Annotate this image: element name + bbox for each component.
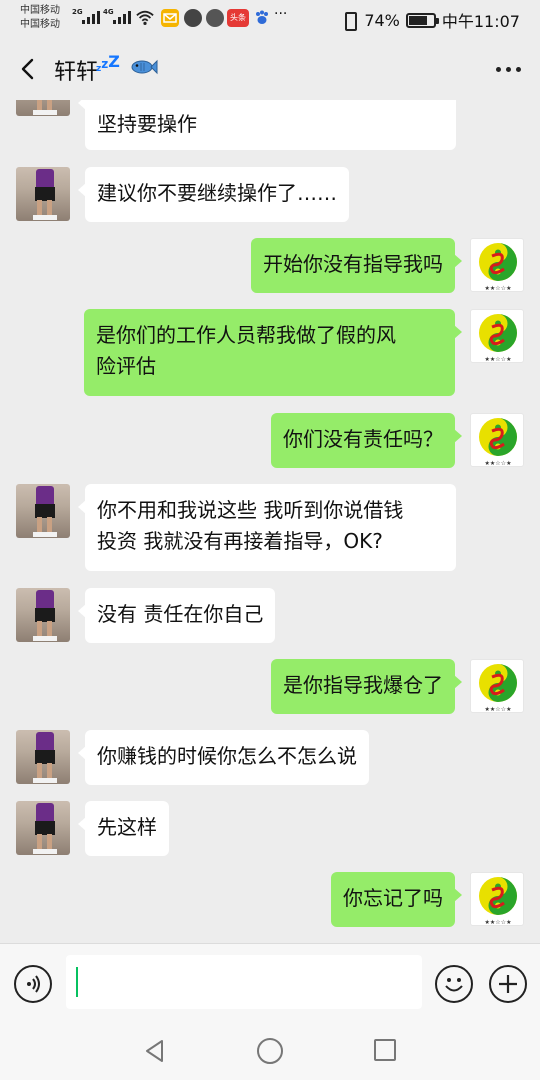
yin-yang-icon: ★★☆☆★ [479,877,517,926]
more-dots-icon[interactable] [490,54,526,84]
message-bubble-incoming[interactable]: 没有 责任在你自己 [77,588,276,643]
my-avatar[interactable]: ★★☆☆★ [470,659,524,713]
message-text-line-2: 投资 我就没有再接着指导，OK? [97,529,383,553]
voice-icon[interactable] [14,965,52,1003]
smiley-icon[interactable] [435,965,473,1003]
contact-avatar[interactable] [16,167,70,221]
battery-percent: 74% [364,10,400,30]
text-cursor [76,967,78,997]
svg-text:★★☆☆★: ★★☆☆★ [485,460,512,467]
message-bubble-outgoing[interactable]: 开始你没有指导我吗 [251,238,462,293]
message-text: 坚持要操作 [97,112,197,136]
news-app-icon: 头条 [227,9,249,27]
my-avatar[interactable]: ★★☆☆★ [470,413,524,467]
contact-avatar[interactable] [16,588,70,642]
yin-yang-icon: ★★☆☆★ [479,243,517,292]
carrier-labels: 中国移动 中国移动 [20,4,60,32]
sleep-status: zzZ [96,52,120,74]
message-text: 先这样 [97,815,157,839]
message-text: 开始你没有指导我吗 [263,252,443,276]
my-avatar[interactable]: ★★☆☆★ [470,238,524,292]
contact-avatar[interactable] [16,730,70,784]
yin-yang-icon: ★★☆☆★ [479,418,517,467]
message-bubble-incoming[interactable]: 先这样 [78,801,169,856]
status-right: 74% 中午11:07 [340,8,520,32]
vibrate-icon [340,11,358,31]
message-bubble-outgoing[interactable]: 是你们的工作人员帮我做了假的风 险评估 [84,309,462,396]
message-text: 你们没有责任吗？ [283,427,443,451]
svg-text:★★☆☆★: ★★☆☆★ [485,285,512,292]
message-text: 你赚钱的时候你怎么不怎么说 [97,744,357,768]
svg-text:★★☆☆★: ★★☆☆★ [485,356,512,363]
message-text: 你忘记了吗 [343,886,443,910]
paw-icon [256,10,268,24]
signal-icon-1 [82,10,100,24]
message-text: 没有 责任在你自己 [97,602,264,626]
chevron-left-icon[interactable] [12,52,46,86]
system-nav-bar [0,1025,540,1080]
svg-text:★★☆☆★: ★★☆☆★ [485,919,512,926]
app-icon-1 [184,9,202,27]
message-text-line-2: 险评估 [96,354,156,378]
signal-icon-2 [113,10,131,24]
plus-icon[interactable] [489,965,527,1003]
contact-avatar[interactable] [16,484,70,538]
input-bar [0,943,540,1025]
yin-yang-icon: ★★☆☆★ [479,664,517,713]
circle-home-icon[interactable] [257,1038,283,1064]
message-bubble-incoming[interactable]: 坚持要操作 [78,100,456,150]
my-avatar[interactable]: ★★☆☆★ [470,872,524,926]
carrier-1: 中国移动 [20,5,60,16]
message-list[interactable]: 坚持要操作 建议你不要继续操作了…… ★★☆☆★ 开始你没有指导我吗 ★★☆☆★ [0,100,540,943]
yin-yang-icon: ★★☆☆★ [479,314,517,363]
wifi-icon [136,10,154,26]
message-bubble-outgoing[interactable]: 你们没有责任吗？ [271,413,462,468]
battery-icon [405,12,439,28]
more-notifications: ··· [274,6,288,22]
app-icon-2 [206,9,224,27]
message-text-line-1: 你不用和我说这些 我听到你说借钱 [97,498,404,522]
chat-header: 轩轩 zzZ [0,38,540,100]
my-avatar[interactable]: ★★☆☆★ [470,309,524,363]
message-bubble-incoming[interactable]: 建议你不要继续操作了…… [78,167,349,222]
svg-text:★★☆☆★: ★★☆☆★ [485,706,512,713]
message-bubble-outgoing[interactable]: 你忘记了吗 [331,872,462,927]
clock: 中午11:07 [441,12,520,31]
mail-icon [161,9,179,27]
message-text: 建议你不要继续操作了…… [97,181,337,205]
carrier-2: 中国移动 [20,19,60,30]
square-recent-icon[interactable] [374,1039,396,1061]
message-bubble-incoming[interactable]: 你不用和我说这些 我听到你说借钱 投资 我就没有再接着指导，OK? [78,484,456,571]
contact-name: 轩轩 [54,60,99,85]
status-bar: 中国移动 中国移动 2G 4G 头条 ··· 74% 中午11:07 [0,0,540,38]
message-text: 是你指导我爆仓了 [283,673,443,697]
triangle-back-icon[interactable] [142,1038,168,1064]
contact-avatar[interactable] [16,801,70,855]
message-bubble-incoming[interactable]: 你赚钱的时候你怎么不怎么说 [78,730,369,785]
fish-icon [131,59,158,75]
contact-avatar[interactable] [16,100,70,116]
message-bubble-outgoing[interactable]: 是你指导我爆仓了 [271,659,462,714]
message-text-line-1: 是你们的工作人员帮我做了假的风 [96,323,396,347]
message-input[interactable] [66,955,422,1009]
